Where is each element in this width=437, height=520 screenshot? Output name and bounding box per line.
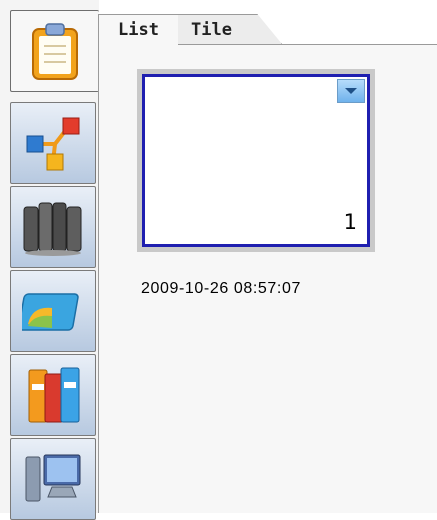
computer-icon — [25, 454, 81, 502]
chevron-down-icon — [345, 88, 357, 94]
tab-tile[interactable]: Tile — [170, 14, 282, 44]
sidebar-item-network[interactable] — [10, 102, 96, 184]
tab-list[interactable]: List — [98, 14, 178, 45]
binders-icon — [28, 367, 80, 423]
page-number: 1 — [343, 210, 357, 234]
sidebar-item-library[interactable] — [10, 186, 96, 268]
sidebar-item-clipboard[interactable] — [10, 10, 99, 92]
clipboard-icon — [32, 23, 78, 80]
network-icon — [26, 117, 80, 171]
sidebar-item-binders[interactable] — [10, 354, 96, 436]
sidebar-item-card[interactable] — [10, 270, 96, 352]
page-thumbnail[interactable]: 1 — [137, 69, 375, 252]
thumbnail-timestamp: 2009-10-26 08:57:07 — [141, 280, 301, 297]
card-icon — [22, 293, 79, 331]
sidebar-item-computer[interactable] — [10, 438, 96, 520]
thumbnail-frame: 1 — [142, 74, 370, 247]
sidebar — [0, 0, 99, 520]
thumbnail-dropdown-button[interactable] — [337, 79, 365, 103]
library-books-icon — [23, 202, 82, 256]
